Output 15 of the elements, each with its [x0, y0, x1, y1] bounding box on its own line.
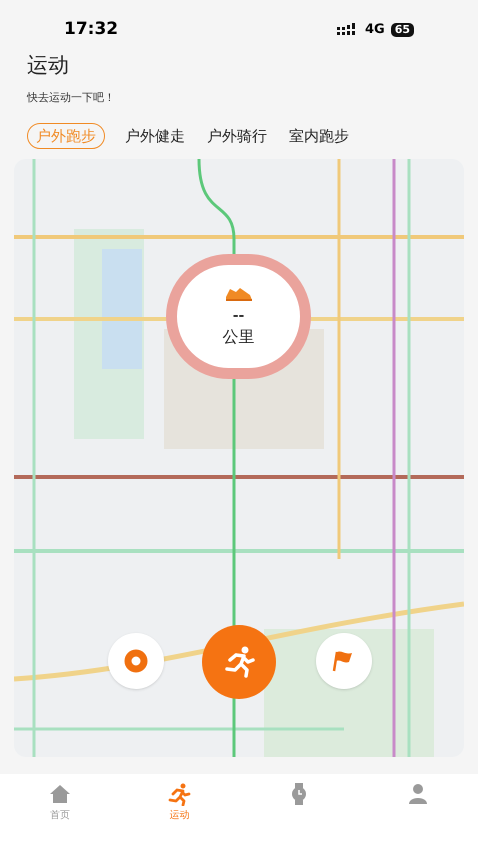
sport-tab[interactable]: 户外骑行 — [205, 123, 269, 149]
home-icon — [48, 782, 72, 806]
runner-icon — [222, 645, 256, 679]
distance-value: -- — [232, 306, 244, 324]
page-subtitle: 快去运动一下吧！ — [27, 90, 116, 106]
map-card[interactable]: -- 公里 — [14, 159, 464, 757]
battery-level: 65 — [390, 23, 414, 37]
ring-icon — [124, 649, 148, 673]
distance-unit: 公里 — [222, 326, 254, 348]
status-time: 17:32 — [64, 18, 118, 42]
network-type: 4G — [364, 21, 385, 40]
runner-icon — [167, 782, 192, 806]
page-title: 运动 — [27, 52, 70, 79]
sport-tab[interactable]: 户外健走 — [123, 123, 187, 149]
sport-tab[interactable]: 室内跑步 — [287, 123, 351, 149]
